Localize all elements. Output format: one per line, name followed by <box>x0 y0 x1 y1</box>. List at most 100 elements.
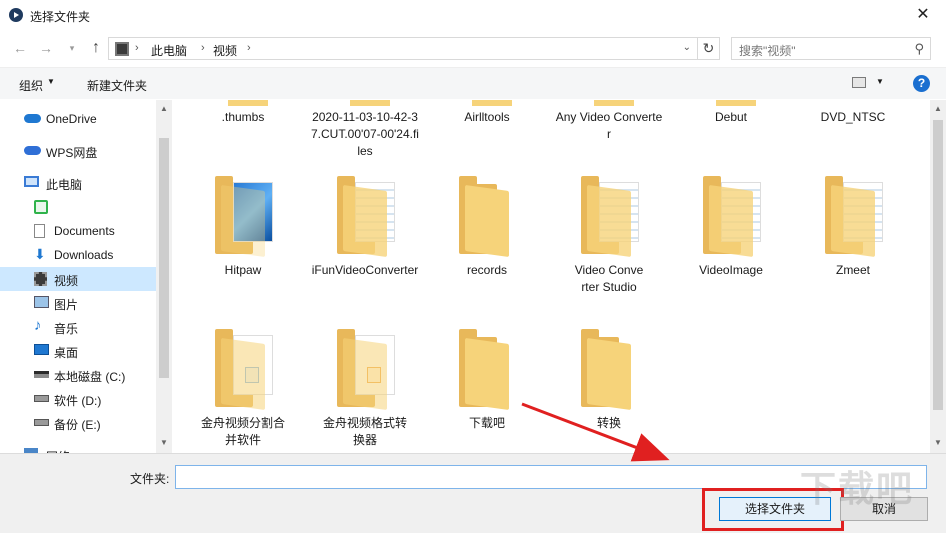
folder-item[interactable]: 金舟视频分割合并软件 <box>188 329 298 449</box>
sidebar-item-videos[interactable]: 视频 <box>0 267 156 291</box>
sidebar-item-network[interactable]: 网络 <box>0 443 156 453</box>
file-list-scrollbar[interactable]: ▲ ▼ <box>930 100 946 453</box>
new-folder-button[interactable]: 新建文件夹 <box>87 77 147 94</box>
sidebar-item-downloads[interactable]: ⬇ Downloads <box>0 243 156 267</box>
folder-item[interactable]: 金舟视频格式转换器 <box>310 329 420 449</box>
sidebar-item-label: 本地磁盘 (C:) <box>54 370 126 384</box>
close-button[interactable]: ✕ <box>900 0 946 30</box>
recent-locations-button[interactable]: ▾ <box>62 38 82 58</box>
folder-name: iFunVideoConverter <box>311 263 419 277</box>
highlight-box <box>702 488 844 531</box>
computer-icon <box>24 176 39 187</box>
caret-down-icon[interactable]: ▼ <box>876 77 884 86</box>
folder-name: Video Converter Studio <box>574 263 644 294</box>
sidebar-item-music[interactable]: ♪ 音乐 <box>0 315 156 339</box>
search-box[interactable]: 搜索"视频" ⚲ <box>731 37 931 60</box>
title-bar: 选择文件夹 ✕ <box>0 0 946 30</box>
organize-button[interactable]: 组织 <box>19 77 43 94</box>
folder-icon <box>594 100 634 106</box>
breadcrumb-separator[interactable]: › <box>135 42 139 54</box>
caret-down-icon[interactable]: ▼ <box>47 77 55 86</box>
folder-name: Debut <box>714 110 748 124</box>
music-icon: ♪ <box>34 317 42 334</box>
folder-item[interactable]: records <box>432 176 542 286</box>
folder-icon <box>350 100 390 106</box>
download-icon: ⬇ <box>34 246 46 262</box>
folder-name: 金舟视频格式转换器 <box>322 416 407 447</box>
desktop-icon <box>34 344 49 355</box>
sidebar-item-label: 音乐 <box>54 322 79 336</box>
folder-item[interactable]: 下载吧 <box>432 329 542 439</box>
sidebar-item-label: 此电脑 <box>46 178 83 192</box>
breadcrumb-this-pc[interactable]: 此电脑 <box>151 42 187 59</box>
sidebar-item-label: WPS网盘 <box>46 146 98 160</box>
folder-item[interactable]: iFunVideoConverter <box>310 176 420 296</box>
folder-item[interactable]: 2020-11-03-10-42-37.CUT.00'07-00'24.file… <box>310 109 420 160</box>
folder-icon <box>825 176 883 258</box>
folder-name: DVD_NTSC <box>820 110 886 124</box>
folder-icon <box>337 176 395 258</box>
sidebar-item-onedrive[interactable]: OneDrive <box>0 107 156 131</box>
folder-item[interactable]: 转换 <box>554 329 664 439</box>
folder-item[interactable]: VideoImage <box>676 176 786 286</box>
sidebar-item-label: 图片 <box>54 298 79 312</box>
cancel-button[interactable]: 取消 <box>840 497 928 521</box>
drive-icon <box>34 371 49 378</box>
drive-icon <box>34 419 49 426</box>
document-icon <box>34 224 45 238</box>
folder-name-input[interactable] <box>175 465 927 489</box>
folder-item[interactable]: DVD_NTSC <box>798 109 908 126</box>
address-row: ← → ▾ ↑ › 此电脑 › 视频 › ⌄ ↻ 搜索"视频" ⚲ <box>0 34 946 62</box>
folder-icon <box>472 100 512 106</box>
sidebar-item-drive-e[interactable]: 备份 (E:) <box>0 411 156 435</box>
folder-name: 转换 <box>596 416 621 430</box>
scroll-up-icon[interactable]: ▲ <box>160 104 168 113</box>
sidebar-item-label: Downloads <box>54 248 114 262</box>
app-icon <box>9 8 23 22</box>
chevron-down-icon[interactable]: ⌄ <box>683 42 691 53</box>
breadcrumb-separator[interactable]: › <box>247 42 251 54</box>
folder-item[interactable]: Video Converter Studio <box>554 176 664 316</box>
help-icon[interactable]: ? <box>913 75 930 92</box>
sidebar-scrollbar[interactable]: ▲ ▼ <box>156 100 172 453</box>
sidebar-item-this-pc[interactable]: 此电脑 <box>0 171 156 195</box>
search-input[interactable]: 搜索"视频" <box>739 42 796 59</box>
scroll-down-icon[interactable]: ▼ <box>160 438 168 447</box>
folder-item[interactable]: Airlltools <box>432 109 542 126</box>
view-options-icon[interactable] <box>852 77 866 88</box>
sidebar-item-desktop[interactable]: 桌面 <box>0 339 156 363</box>
folder-item[interactable]: Zmeet <box>798 176 908 286</box>
scroll-up-icon[interactable]: ▲ <box>934 104 942 113</box>
scrollbar-thumb[interactable] <box>933 120 943 410</box>
breadcrumb-separator[interactable]: › <box>201 42 205 54</box>
dialog-footer: 文件夹: 选择文件夹 取消 <box>0 453 946 533</box>
folder-item[interactable]: .thumbs <box>188 109 298 126</box>
folder-name: 下载吧 <box>468 416 505 430</box>
back-button[interactable]: ← <box>10 38 30 58</box>
scrollbar-thumb[interactable] <box>159 138 169 378</box>
folder-item[interactable]: Hitpaw <box>188 176 298 286</box>
video-icon <box>34 272 47 286</box>
folder-item[interactable]: Debut <box>676 109 786 126</box>
folder-name: Hitpaw <box>224 263 262 277</box>
breadcrumb-videos[interactable]: 视频 <box>213 42 237 59</box>
sidebar-item-label: 视频 <box>54 274 79 288</box>
sidebar-item-wps[interactable]: WPS网盘 <box>0 139 156 163</box>
folder-item[interactable]: Any Video Converter <box>554 109 664 143</box>
forward-button[interactable]: → <box>36 38 56 58</box>
wps-cloud-icon <box>24 146 41 155</box>
folder-icon <box>215 329 273 411</box>
sidebar-item-drive-d[interactable]: 软件 (D:) <box>0 387 156 411</box>
folder-name: 2020-11-03-10-42-37.CUT.00'07-00'24.file… <box>311 110 419 158</box>
up-button[interactable]: ↑ <box>86 38 106 58</box>
toolbar: 组织 ▼ 新建文件夹 ▼ ? <box>0 67 946 99</box>
address-bar[interactable]: › 此电脑 › 视频 › ⌄ <box>108 37 698 60</box>
folder-icon <box>337 329 395 411</box>
sidebar-item-pictures[interactable]: 图片 <box>0 291 156 315</box>
sidebar-item-drive-c[interactable]: 本地磁盘 (C:) <box>0 363 156 387</box>
folder-icon <box>581 176 639 258</box>
sidebar-item-device[interactable] <box>0 195 156 219</box>
scroll-down-icon[interactable]: ▼ <box>934 438 942 447</box>
refresh-button[interactable]: ↻ <box>698 37 720 60</box>
sidebar-item-documents[interactable]: Documents <box>0 219 156 243</box>
